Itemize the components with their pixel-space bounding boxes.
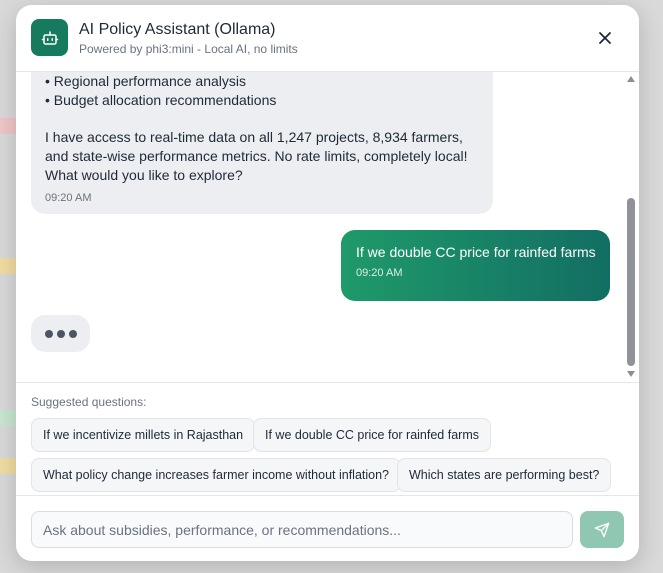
scroll-up-arrow[interactable] [627, 76, 635, 82]
typing-dot [44, 329, 53, 338]
typing-dot [68, 329, 77, 338]
message-line: and state-wise performance metrics. No r… [45, 148, 468, 164]
robot-icon [41, 30, 58, 45]
chat-scrollbar[interactable] [625, 72, 637, 382]
scroll-thumb[interactable] [627, 198, 635, 366]
dialog-header: AI Policy Assistant (Ollama) Powered by … [16, 5, 639, 72]
dialog-subtitle: Powered by phi3:mini - Local AI, no limi… [79, 42, 298, 56]
scroll-down-arrow[interactable] [627, 371, 635, 377]
typing-indicator [31, 315, 90, 352]
message-line: I have access to real-time data on all 1… [45, 129, 463, 145]
send-icon [594, 522, 610, 537]
dialog-title: AI Policy Assistant (Ollama) [79, 21, 276, 38]
user-message-text: If we double CC price for rainfed farms [356, 244, 596, 260]
suggestion-chip[interactable]: What policy change increases farmer inco… [31, 458, 402, 492]
assistant-logo [31, 19, 68, 56]
message-line: • Budget allocation recommendations [45, 92, 277, 108]
close-button[interactable] [594, 27, 616, 49]
assistant-message: • Regional performance analysis • Budget… [31, 72, 493, 214]
message-timestamp: 09:20 AM [45, 192, 92, 204]
suggestion-chip[interactable]: Which states are performing best? [397, 458, 612, 492]
suggestion-chip[interactable]: If we incentivize millets in Rajasthan [31, 418, 256, 452]
message-timestamp: 09:20 AM [356, 267, 403, 279]
message-line: • Regional performance analysis [45, 73, 247, 89]
message-input[interactable] [31, 511, 573, 548]
suggested-questions: Suggested questions: If we incentivize m… [16, 382, 639, 495]
message-line: What would you like to explore? [45, 167, 243, 183]
typing-dot [56, 329, 65, 338]
chat-messages[interactable]: • Regional performance analysis • Budget… [16, 72, 639, 382]
assistant-dialog: AI Policy Assistant (Ollama) Powered by … [16, 5, 639, 561]
close-icon [599, 32, 611, 44]
suggestion-chip[interactable]: If we double CC price for rainfed farms [253, 418, 491, 452]
message-composer [16, 495, 639, 561]
send-button[interactable] [580, 511, 624, 548]
suggested-questions-label: Suggested questions: [31, 395, 147, 409]
user-message: If we double CC price for rainfed farms … [341, 230, 610, 301]
